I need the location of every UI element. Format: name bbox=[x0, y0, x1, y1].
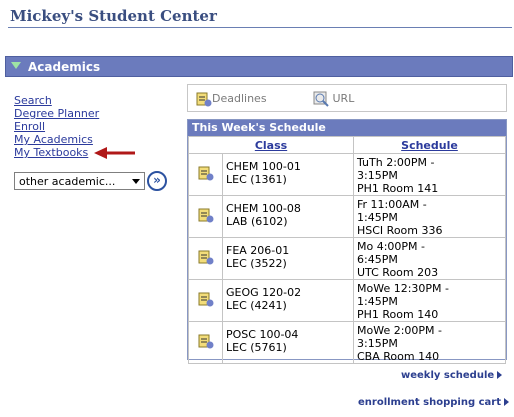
schedule-toolbar: Deadlines URL bbox=[187, 84, 507, 112]
select-value: other academic... bbox=[19, 175, 116, 188]
class-details-cell[interactable] bbox=[188, 321, 223, 364]
schedule-cell: Mo 4:00PM -6:45PM UTC Room 203 bbox=[353, 237, 506, 280]
nav-link-search[interactable]: Search bbox=[14, 94, 99, 107]
dropdown-caret-icon bbox=[132, 179, 140, 184]
title-divider bbox=[8, 27, 512, 28]
schedule-room: PH1 Room 141 bbox=[357, 182, 439, 195]
class-cell: GEOG 120-02 LEC (4241) bbox=[222, 279, 354, 322]
schedule-time-start: TuTh 2:00PM - bbox=[357, 156, 435, 169]
class-details-cell[interactable] bbox=[188, 279, 223, 322]
pointer-arrow-icon bbox=[94, 147, 135, 159]
schedule-time-end: 1:45PM bbox=[357, 211, 398, 224]
other-academic-select[interactable]: other academic... bbox=[14, 172, 145, 190]
nav-link-my-academics[interactable]: My Academics bbox=[14, 133, 99, 146]
url-label: URL bbox=[332, 92, 355, 105]
schedule-table: Class Schedule CHEM 100-01 LEC (1361) TuT… bbox=[188, 136, 506, 364]
page-title: Mickey's Student Center bbox=[10, 7, 217, 25]
class-section: LAB (6102) bbox=[226, 215, 288, 228]
class-name: POSC 100-04 bbox=[226, 328, 299, 341]
academics-section-header[interactable]: Academics bbox=[5, 56, 513, 77]
schedule-time-end: 1:45PM bbox=[357, 295, 398, 308]
deadlines-notepad-icon bbox=[196, 92, 212, 107]
class-section: LEC (3522) bbox=[226, 257, 287, 270]
section-title: Academics bbox=[28, 60, 101, 74]
schedule-cell: MoWe 2:00PM -3:15PM CBA Room 140 bbox=[353, 321, 506, 364]
class-cell: CHEM 100-01 LEC (1361) bbox=[222, 153, 354, 196]
academics-nav: Search Degree Planner Enroll My Academic… bbox=[14, 94, 99, 159]
triangle-right-icon bbox=[497, 371, 503, 379]
table-row: FEA 206-01 LEC (3522) Mo 4:00PM -6:45PM UT… bbox=[188, 237, 506, 280]
schedule-cell: TuTh 2:00PM -3:15PM PH1 Room 141 bbox=[353, 153, 506, 196]
weekly-schedule-panel: This Week's Schedule Class Schedule CHEM… bbox=[187, 119, 507, 364]
schedule-time-start: MoWe 2:00PM - bbox=[357, 324, 443, 337]
nav-link-my-textbooks[interactable]: My Textbooks bbox=[14, 146, 99, 159]
triangle-right-icon bbox=[503, 398, 509, 406]
class-details-icon[interactable] bbox=[198, 207, 214, 223]
schedule-room: UTC Room 203 bbox=[357, 266, 439, 279]
schedule-time-end: 6:45PM bbox=[357, 253, 398, 266]
schedule-title: This Week's Schedule bbox=[188, 120, 506, 136]
schedule-time-start: Fr 11:00AM - bbox=[357, 198, 427, 211]
url-button[interactable]: URL bbox=[313, 91, 354, 107]
class-section: LEC (5761) bbox=[226, 341, 287, 354]
class-details-icon[interactable] bbox=[198, 333, 214, 349]
deadlines-label: Deadlines bbox=[212, 92, 267, 105]
class-name: GEOG 120-02 bbox=[226, 286, 302, 299]
schedule-time-end: 3:15PM bbox=[357, 169, 398, 182]
table-row: CHEM 100-01 LEC (1361) TuTh 2:00PM -3:15P… bbox=[188, 153, 506, 196]
nav-link-enroll[interactable]: Enroll bbox=[14, 120, 99, 133]
schedule-room: CBA Room 140 bbox=[357, 350, 440, 363]
class-cell: POSC 100-04 LEC (5761) bbox=[222, 321, 354, 364]
weekly-schedule-link[interactable]: weekly schedule bbox=[401, 370, 503, 381]
table-row: CHEM 100-08 LAB (6102) Fr 11:00AM -1:45PM… bbox=[188, 195, 506, 238]
class-section: LEC (4241) bbox=[226, 299, 287, 312]
table-row: GEOG 120-02 LEC (4241) MoWe 12:30PM -1:45… bbox=[188, 279, 506, 322]
class-details-icon[interactable] bbox=[198, 249, 214, 265]
table-row: POSC 100-04 LEC (5761) MoWe 2:00PM -3:15P… bbox=[188, 321, 506, 364]
class-cell: FEA 206-01 LEC (3522) bbox=[222, 237, 354, 280]
weekly-schedule-label: weekly schedule bbox=[401, 370, 495, 381]
schedule-cell: MoWe 12:30PM -1:45PM PH1 Room 140 bbox=[353, 279, 506, 322]
url-globe-icon bbox=[313, 91, 329, 107]
schedule-time-start: Mo 4:00PM - bbox=[357, 240, 426, 253]
class-details-cell[interactable] bbox=[188, 153, 223, 196]
enrollment-shopping-cart-link[interactable]: enrollment shopping cart bbox=[358, 397, 509, 408]
double-chevron-right-icon: » bbox=[153, 173, 161, 187]
column-header-class[interactable]: Class bbox=[188, 136, 354, 154]
class-section: LEC (1361) bbox=[226, 173, 287, 186]
class-details-icon[interactable] bbox=[198, 291, 214, 307]
schedule-room: PH1 Room 140 bbox=[357, 308, 439, 321]
class-name: CHEM 100-01 bbox=[226, 160, 301, 173]
class-name: FEA 206-01 bbox=[226, 244, 290, 257]
nav-link-degree-planner[interactable]: Degree Planner bbox=[14, 107, 99, 120]
schedule-room: HSCI Room 336 bbox=[357, 224, 443, 237]
schedule-cell: Fr 11:00AM -1:45PM HSCI Room 336 bbox=[353, 195, 506, 238]
class-cell: CHEM 100-08 LAB (6102) bbox=[222, 195, 354, 238]
enrollment-cart-label: enrollment shopping cart bbox=[358, 397, 501, 408]
schedule-time-end: 3:15PM bbox=[357, 337, 398, 350]
collapse-triangle-icon[interactable] bbox=[11, 62, 21, 69]
class-name: CHEM 100-08 bbox=[226, 202, 301, 215]
column-header-schedule[interactable]: Schedule bbox=[353, 136, 506, 154]
go-button[interactable]: » bbox=[147, 171, 167, 191]
class-details-icon[interactable] bbox=[198, 165, 214, 181]
class-details-cell[interactable] bbox=[188, 237, 223, 280]
deadlines-button[interactable]: Deadlines bbox=[196, 91, 267, 107]
class-details-cell[interactable] bbox=[188, 195, 223, 238]
schedule-time-start: MoWe 12:30PM - bbox=[357, 282, 450, 295]
